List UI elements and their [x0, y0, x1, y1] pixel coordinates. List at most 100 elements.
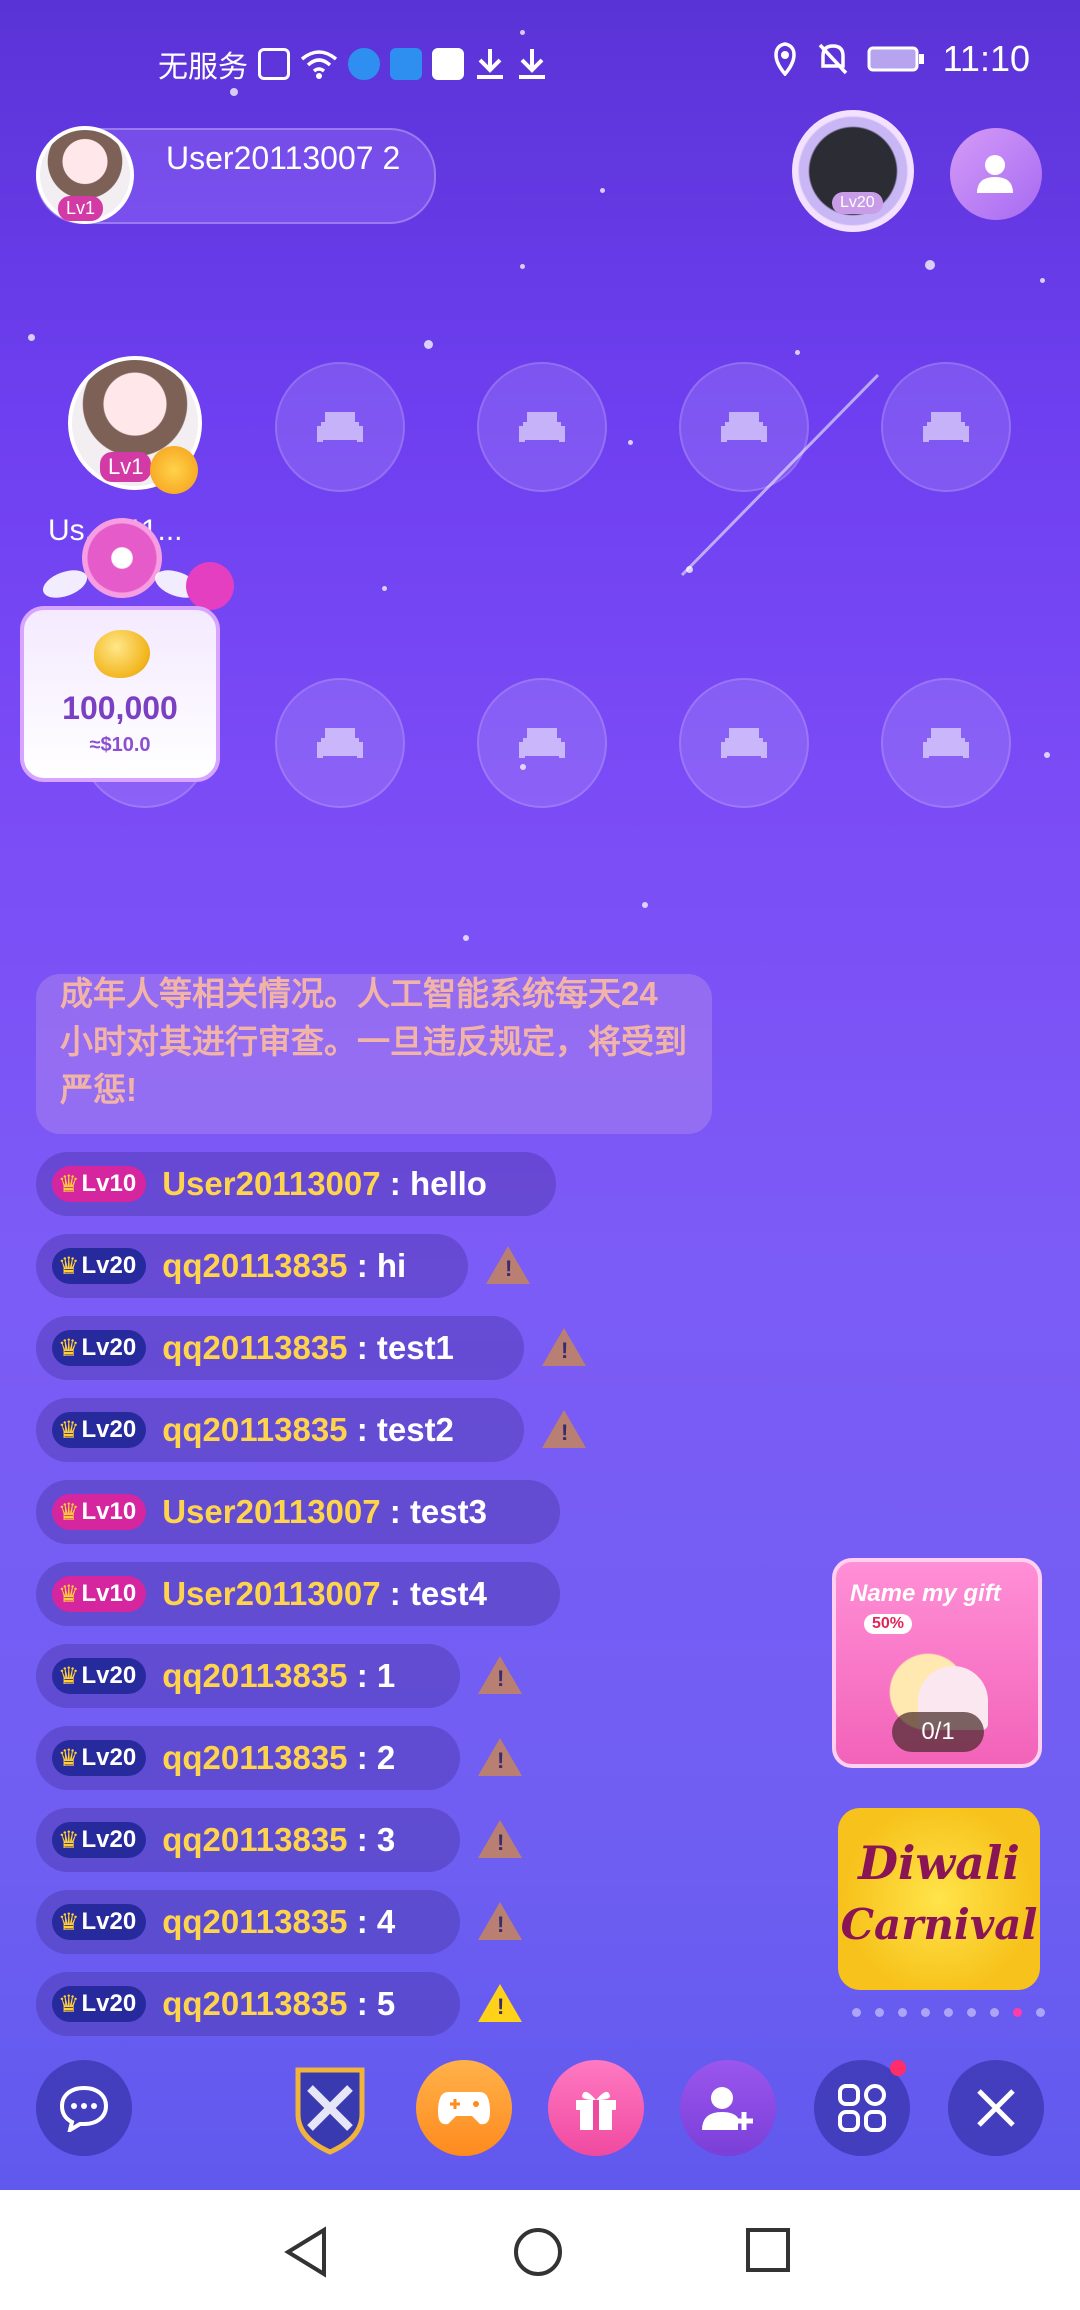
crown-icon: ♛	[58, 1662, 80, 1690]
level-badge: ♛ Lv20	[52, 1658, 147, 1694]
crown-icon: ♛	[58, 1170, 80, 1198]
warning-icon[interactable]: !	[542, 1328, 586, 1366]
message-username[interactable]: qq20113835	[162, 1329, 347, 1367]
mute-icon	[818, 43, 847, 75]
chat-message[interactable]: ♛ Lv20 qq20113835 : 4	[36, 1890, 460, 1954]
level-text: Lv20	[81, 1908, 137, 1935]
download-icon	[477, 49, 503, 79]
seat-empty[interactable]	[679, 362, 809, 492]
diwali-line1: Diwali	[858, 1836, 1020, 1890]
warning-icon[interactable]: !	[542, 1410, 586, 1448]
message-separator: :	[347, 1247, 377, 1284]
message-username[interactable]: qq20113835	[162, 1903, 347, 1941]
chat-message[interactable]: ♛ Lv20 qq20113835 : 5	[36, 1972, 460, 2036]
notification-dot	[890, 2060, 906, 2076]
crown-icon: ♛	[58, 1334, 80, 1362]
battle-button[interactable]	[282, 2060, 378, 2156]
battery-icon	[867, 46, 924, 72]
coin-gift-card[interactable]: 100,000 ≈$10.0	[20, 606, 220, 782]
room-owner-frame[interactable]: Lv20	[792, 110, 914, 232]
message-username[interactable]: qq20113835	[162, 1821, 347, 1859]
message-separator: :	[347, 1411, 377, 1448]
mascot-icon[interactable]	[82, 518, 162, 598]
warning-icon[interactable]: !	[478, 1820, 522, 1858]
crown-icon: ♛	[58, 1416, 80, 1444]
message-text: 5	[376, 1985, 396, 2022]
message-separator: :	[380, 1165, 410, 1202]
level-text: Lv10	[81, 1580, 137, 1607]
warning-icon[interactable]: !	[478, 1984, 522, 2022]
chat-button[interactable]	[36, 2060, 132, 2156]
level-text: Lv10	[81, 1498, 137, 1525]
message-text: 2	[376, 1739, 396, 1776]
seat-empty[interactable]	[275, 362, 405, 492]
seat-empty[interactable]	[477, 678, 607, 808]
huawei-app-icon	[432, 48, 464, 80]
owner-level-badge: Lv20	[832, 192, 883, 214]
close-room-button[interactable]	[948, 2060, 1044, 2156]
message-username[interactable]: qq20113835	[162, 1411, 347, 1449]
chat-message[interactable]: ♛ Lv20 qq20113835 : hi	[36, 1234, 468, 1298]
battle-icon	[295, 2067, 365, 2155]
chat-message[interactable]: ♛ Lv20 qq20113835 : test2	[36, 1398, 524, 1462]
seat-empty[interactable]	[881, 678, 1011, 808]
game-icon	[438, 2092, 490, 2125]
back-icon[interactable]	[282, 2226, 332, 2278]
home-icon[interactable]	[512, 2226, 564, 2278]
download-icon	[519, 49, 545, 79]
chat-message[interactable]: ♛ Lv10 User20113007 : test3	[36, 1480, 560, 1544]
crown-icon: ♛	[58, 1252, 80, 1280]
recents-icon[interactable]	[744, 2226, 792, 2274]
warning-icon[interactable]: !	[478, 1738, 522, 1776]
chat-message[interactable]: ♛ Lv10 User20113007 : hello	[36, 1152, 556, 1216]
chat-message[interactable]: ♛ Lv20 qq20113835 : 3	[36, 1808, 460, 1872]
warning-icon[interactable]: !	[478, 1902, 522, 1940]
message-username[interactable]: User20113007	[162, 1165, 380, 1203]
host-name: User20113007 2	[166, 140, 401, 176]
invite-user-button[interactable]	[680, 2060, 776, 2156]
chat-message[interactable]: ♛ Lv10 User20113007 : test4	[36, 1562, 560, 1626]
message-username[interactable]: qq20113835	[162, 1739, 347, 1777]
level-badge: ♛ Lv10	[52, 1166, 147, 1202]
message-username[interactable]: User20113007	[162, 1493, 380, 1531]
seat-empty[interactable]	[477, 362, 607, 492]
game-button[interactable]	[416, 2060, 512, 2156]
more-apps-button[interactable]	[814, 2060, 910, 2156]
chat-message[interactable]: ♛ Lv20 qq20113835 : 2	[36, 1726, 460, 1790]
level-text: Lv20	[81, 1826, 137, 1853]
sim-alert-icon	[258, 48, 290, 80]
members-icon	[977, 155, 1013, 193]
crown-icon: ♛	[58, 1580, 80, 1608]
message-username[interactable]: qq20113835	[162, 1657, 347, 1695]
browser-icon	[348, 48, 380, 80]
message-username[interactable]: qq20113835	[162, 1985, 347, 2023]
discount-badge: 50%	[864, 1614, 913, 1634]
carousel-dots	[852, 2008, 1045, 2017]
gold-bean-icon	[94, 630, 150, 678]
seat-empty[interactable]	[275, 678, 405, 808]
message-username[interactable]: qq20113835	[162, 1247, 347, 1285]
level-badge: ♛ Lv20	[52, 1330, 147, 1366]
sofa-icon	[923, 728, 969, 758]
members-button[interactable]	[950, 128, 1042, 220]
chat-message[interactable]: ♛ Lv20 qq20113835 : test1	[36, 1316, 524, 1380]
carrier-label: 无服务	[158, 51, 248, 84]
level-badge: ♛ Lv20	[52, 1248, 147, 1284]
crown-icon: ♛	[58, 1908, 80, 1936]
globe-app-icon	[390, 48, 422, 80]
seat-empty[interactable]	[881, 362, 1011, 492]
sofa-icon	[519, 412, 565, 442]
mascot-wing-left	[39, 564, 91, 604]
coin-amount: 100,000	[62, 690, 178, 726]
diwali-carnival-banner[interactable]: Diwali Carnival	[838, 1808, 1040, 1990]
host-info[interactable]: Lv1 User20113007 2	[36, 126, 436, 224]
warning-icon[interactable]: !	[478, 1656, 522, 1694]
name-my-gift-promo[interactable]: Name my gift 50% 0/1	[832, 1558, 1042, 1768]
gift-button[interactable]	[548, 2060, 644, 2156]
message-separator: :	[347, 1903, 377, 1940]
seat-empty[interactable]	[679, 678, 809, 808]
promo-title: Name my gift	[850, 1580, 1001, 1607]
message-username[interactable]: User20113007	[162, 1575, 380, 1613]
warning-icon[interactable]: !	[486, 1246, 530, 1284]
chat-message[interactable]: ♛ Lv20 qq20113835 : 1	[36, 1644, 460, 1708]
